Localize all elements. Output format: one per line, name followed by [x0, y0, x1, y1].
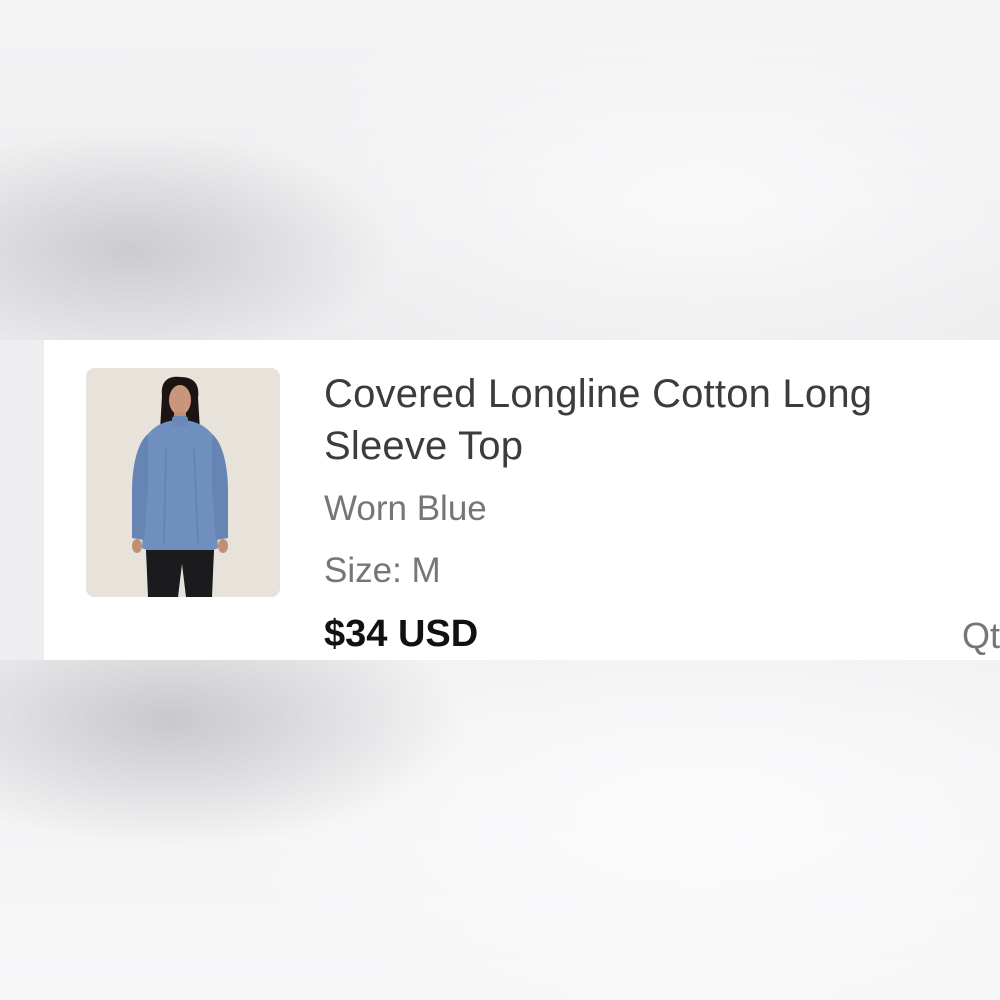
product-thumbnail[interactable]	[86, 368, 280, 597]
product-color-variant: Worn Blue	[324, 489, 487, 528]
quantity-label: Qty	[962, 615, 1000, 656]
product-price: $34 USD	[324, 613, 479, 655]
product-size-variant: Size: M	[324, 551, 441, 590]
card-left-edge	[0, 340, 44, 660]
product-photo	[86, 368, 280, 597]
cart-line-item[interactable]: Covered Longline Cotton Long Sleeve Top …	[44, 340, 1000, 660]
product-title[interactable]: Covered Longline Cotton Long Sleeve Top	[324, 368, 944, 472]
